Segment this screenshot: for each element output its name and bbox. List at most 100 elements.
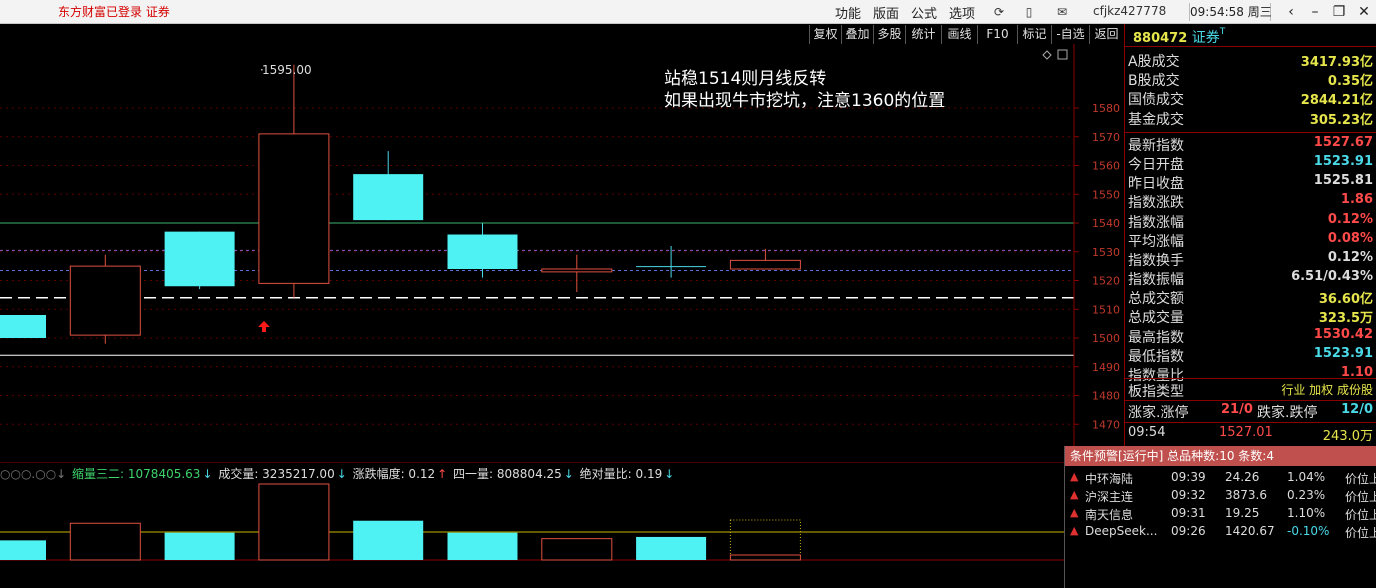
chart-annotation: 站稳1514则月线反转 如果出现牛市挖坑，注意1360的位置 <box>664 68 945 112</box>
alert-row[interactable]: ▲ 沪深主连 09:32 3873.6 0.23% 价位上 <box>1065 488 1376 506</box>
tick-time: 09:54 <box>1128 425 1166 440</box>
y-tick-label: 1570 <box>1092 131 1120 144</box>
restore-icon[interactable]: ❐ <box>1329 2 1349 22</box>
advance-decline-row: 涨家.涨停 21/0 跌家.跌停 12/0 <box>1128 402 1373 421</box>
high-price-marker: · <box>260 63 264 77</box>
volume-bar-current <box>729 519 801 561</box>
y-tick-label: 1510 <box>1092 303 1120 316</box>
tool-restore-rights[interactable]: 复权 <box>809 25 841 44</box>
quote-label: 指数振幅 <box>1128 272 1184 289</box>
phone-icon[interactable]: ▯ <box>1021 4 1037 20</box>
bell-icon: ▲ <box>1070 506 1079 519</box>
alert-price: 3873.6 <box>1225 488 1267 502</box>
quote-value: 1527.67 <box>1313 135 1373 150</box>
quote-label: B股成交 <box>1128 73 1180 90</box>
quote-row: 总成交额 36.60亿 <box>1127 288 1375 307</box>
annotation-line-1: 站稳1514则月线反转 <box>664 69 827 89</box>
y-tick-label: 1470 <box>1092 418 1120 431</box>
alert-row[interactable]: ▲ 中环海陆 09:39 24.26 1.04% 价位上 <box>1065 470 1376 488</box>
alert-name: DeepSeek... <box>1085 524 1158 538</box>
volume-bar <box>541 538 613 561</box>
y-tick-label: 1540 <box>1092 217 1120 230</box>
quote-row: 最新指数 1527.67 <box>1127 135 1375 154</box>
tool-multi-stock[interactable]: 多股 <box>873 25 905 44</box>
tool-stats[interactable]: 统计 <box>905 25 941 44</box>
clock: 09:54:58 周三 <box>1189 3 1272 21</box>
quote-row: 国债成交 2844.21亿 <box>1127 89 1375 108</box>
volume-bar <box>164 532 235 560</box>
alert-time: 09:26 <box>1171 524 1206 538</box>
alert-name: 南天信息 <box>1085 508 1134 522</box>
quote-row: 最高指数 1530.42 <box>1127 327 1375 346</box>
alert-pct: 1.10% <box>1287 506 1326 520</box>
y-tick-label: 1550 <box>1092 188 1120 201</box>
alert-header[interactable]: 条件预警[运行中] 总品种数:10 条数:4 <box>1065 446 1376 466</box>
volume-bar <box>636 536 707 560</box>
bell-icon: ▲ <box>1070 488 1079 501</box>
candle-body <box>258 133 330 284</box>
menu-function[interactable]: 功能 <box>835 3 861 22</box>
volume-bar <box>729 554 801 561</box>
panel-toggle-icon[interactable] <box>1057 49 1068 60</box>
quote-label: 指数涨幅 <box>1128 214 1184 231</box>
tick-volume: 243.0万 <box>1322 429 1373 444</box>
candle-body <box>729 259 801 270</box>
quote-row: A股成交 3417.93亿 <box>1127 51 1375 70</box>
alert-price: 24.26 <box>1225 470 1260 484</box>
alert-row[interactable]: ▲ 南天信息 09:31 19.25 1.10% 价位上 <box>1065 506 1376 524</box>
quote-row: 昨日收盘 1525.81 <box>1127 173 1375 192</box>
tool-draw-line[interactable]: 画线 <box>941 25 977 44</box>
refresh-icon[interactable]: ⟳ <box>991 4 1007 20</box>
tool-overlay[interactable]: 叠加 <box>841 25 873 44</box>
volume-chart[interactable] <box>0 462 1064 588</box>
back-icon[interactable]: ‹ <box>1281 2 1301 22</box>
quote-label: 总成交额 <box>1128 291 1184 308</box>
login-status: 东方财富已登录 证券 <box>58 5 170 19</box>
tool-mark[interactable]: 标记 <box>1017 25 1051 44</box>
quote-value: 6.51/0.43% <box>1291 269 1373 285</box>
close-icon[interactable]: ✕ <box>1354 2 1374 22</box>
y-tick-label: 1490 <box>1092 361 1120 374</box>
alert-price: 1420.67 <box>1225 524 1275 538</box>
candlestick-chart[interactable]: 1580 1570 1560 1550 1540 1530 1520 1510 1500 1490… <box>0 44 1124 462</box>
candle-body <box>636 266 707 268</box>
title-bar: 东方财富已登录 证券 功能 版面 公式 选项 ⟳ ▯ ✉ cfjkz427778… <box>0 0 1376 24</box>
quote-label: 昨日收盘 <box>1128 176 1184 193</box>
quote-label: 总成交量 <box>1128 310 1184 327</box>
quote-value: 0.12% <box>1327 249 1373 265</box>
alert-price: 19.25 <box>1225 506 1260 520</box>
candle-body <box>353 174 424 221</box>
alert-note: 价位上 <box>1345 490 1376 504</box>
board-type-value[interactable]: 行业 加权 成份股 <box>1281 381 1373 398</box>
condition-alert-panel: 条件预警[运行中] 总品种数:10 条数:4 ▲ 中环海陆 09:39 24.26 1.… <box>1064 446 1376 588</box>
alert-note: 价位上 <box>1345 508 1376 522</box>
volume-bar <box>258 483 330 561</box>
tool-remove-watchlist[interactable]: -自选 <box>1051 25 1089 44</box>
menu-layout[interactable]: 版面 <box>873 3 899 22</box>
alert-time: 09:32 <box>1171 488 1206 502</box>
alert-row[interactable]: ▲ DeepSeek... 09:26 1420.67 -0.10% 价位上 <box>1065 524 1376 542</box>
quote-value: 1530.42 <box>1313 326 1373 342</box>
alert-pct: 1.04% <box>1287 470 1326 484</box>
minimize-icon[interactable]: – <box>1305 2 1325 22</box>
diamond-icon[interactable] <box>1042 50 1052 60</box>
menu-options[interactable]: 选项 <box>949 3 975 22</box>
volume-bar <box>447 532 518 560</box>
quote-panel: 880472 证券T A股成交 3417.93亿 B股成交 0.35亿 国债成交 2844… <box>1124 24 1376 446</box>
menu-formula[interactable]: 公式 <box>911 3 937 22</box>
quote-label: 最低指数 <box>1128 348 1184 365</box>
alert-note: 价位上 <box>1345 472 1376 486</box>
quote-row: B股成交 0.35亿 <box>1127 70 1375 89</box>
mail-icon[interactable]: ✉ <box>1054 4 1070 20</box>
y-tick-label: 1560 <box>1092 160 1120 173</box>
quote-label: 最新指数 <box>1128 138 1184 154</box>
tick-row: 09:54 1527.01 243.0万 <box>1127 425 1375 444</box>
candle-body <box>447 234 518 269</box>
index-name: 证券 <box>1191 30 1220 46</box>
volume-bar <box>69 522 141 561</box>
y-tick-label: 1500 <box>1092 332 1120 345</box>
tool-f10[interactable]: F10 <box>977 25 1017 44</box>
tool-back[interactable]: 返回 <box>1089 25 1123 44</box>
quote-row: 指数换手 0.12% <box>1127 250 1375 269</box>
quote-value: 0.35亿 <box>1327 74 1373 90</box>
